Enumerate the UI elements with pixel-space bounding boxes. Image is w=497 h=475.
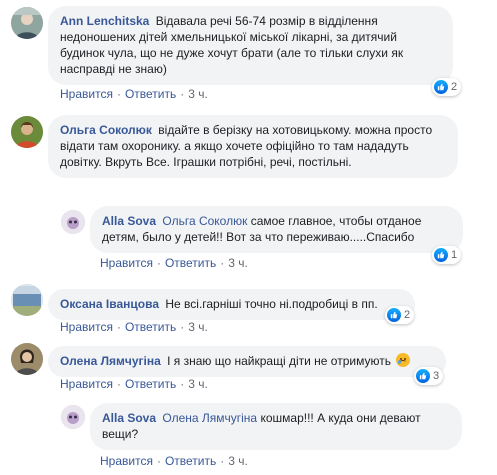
timestamp[interactable]: 3 ч. bbox=[188, 87, 208, 101]
reply-button[interactable]: Ответить bbox=[125, 320, 176, 334]
avatar[interactable] bbox=[61, 210, 85, 234]
comment-actions: Нравится · Ответить · 3 ч. bbox=[60, 377, 208, 391]
mention-link[interactable]: Ольга Соколюк bbox=[162, 214, 247, 228]
mention-link[interactable]: Олена Лямчугіна bbox=[162, 411, 257, 425]
like-button[interactable]: Нравится bbox=[60, 320, 113, 334]
comment-bubble: Ольга Соколюк відайте в берізку на хотов… bbox=[48, 115, 458, 178]
reply-button[interactable]: Ответить bbox=[125, 87, 176, 101]
comment-actions: Нравится · Ответить · 3 ч. bbox=[60, 87, 208, 101]
avatar[interactable] bbox=[11, 284, 43, 316]
comment-actions: Нравится · Ответить · 3 ч. bbox=[100, 256, 248, 270]
reaction-count[interactable]: 3 bbox=[414, 367, 444, 385]
comment-text: Не всі.гарніші точно ні.подробиці в пп. bbox=[165, 297, 378, 311]
reaction-number: 1 bbox=[451, 249, 458, 261]
reply-button[interactable]: Ответить bbox=[125, 377, 176, 391]
like-button[interactable]: Нравится bbox=[100, 454, 153, 468]
comment-author[interactable]: Оксана Іванцова bbox=[60, 297, 159, 311]
comment-text: І я знаю що найкращі діти не отримують bbox=[167, 354, 391, 368]
reaction-number: 2 bbox=[451, 81, 458, 93]
avatar[interactable] bbox=[61, 405, 85, 429]
like-icon bbox=[387, 308, 401, 322]
crying-face-icon bbox=[396, 353, 411, 367]
reaction-count[interactable]: 1 bbox=[432, 246, 462, 264]
comment-author[interactable]: Ann Lenchitska bbox=[60, 14, 149, 28]
reaction-number: 3 bbox=[433, 370, 440, 382]
timestamp[interactable]: 3 ч. bbox=[228, 454, 248, 468]
comment-bubble: Alla Sova Олена Лямчугіна кошмар!!! А ку… bbox=[90, 403, 462, 450]
timestamp[interactable]: 3 ч. bbox=[188, 377, 208, 391]
comment-author[interactable]: Alla Sova bbox=[102, 214, 156, 228]
timestamp[interactable]: 3 ч. bbox=[188, 320, 208, 334]
like-button[interactable]: Нравится bbox=[100, 256, 153, 270]
like-icon bbox=[434, 248, 448, 262]
comment-author[interactable]: Alla Sova bbox=[102, 411, 156, 425]
reaction-count[interactable]: 2 bbox=[432, 78, 462, 96]
reply-button[interactable]: Ответить bbox=[165, 454, 216, 468]
comment-bubble: Ann Lenchitska Відавала речі 56-74 розмі… bbox=[48, 6, 453, 85]
avatar[interactable] bbox=[11, 343, 43, 375]
comment-bubble: Оксана Іванцова Не всі.гарніші точно ні.… bbox=[48, 289, 415, 320]
timestamp[interactable]: 3 ч. bbox=[228, 256, 248, 270]
like-icon bbox=[416, 369, 430, 383]
comment-actions: Нравится · Ответить · 3 ч. bbox=[100, 454, 248, 468]
comment-bubble: Alla Sova Ольга Соколюк самое главное, ч… bbox=[90, 206, 463, 253]
like-icon bbox=[434, 80, 448, 94]
comment-author[interactable]: Ольга Соколюк bbox=[60, 123, 152, 137]
avatar[interactable] bbox=[11, 7, 43, 39]
avatar[interactable] bbox=[11, 116, 43, 148]
like-button[interactable]: Нравится bbox=[60, 87, 113, 101]
comment-author[interactable]: Олена Лямчугіна bbox=[60, 354, 161, 368]
comment-actions: Нравится · Ответить · 3 ч. bbox=[60, 320, 208, 334]
reaction-number: 2 bbox=[404, 309, 411, 321]
comment-bubble: Олена Лямчугіна І я знаю що найкращі діт… bbox=[48, 346, 446, 377]
reaction-count[interactable]: 2 bbox=[385, 306, 415, 324]
like-button[interactable]: Нравится bbox=[60, 377, 113, 391]
reply-button[interactable]: Ответить bbox=[165, 256, 216, 270]
